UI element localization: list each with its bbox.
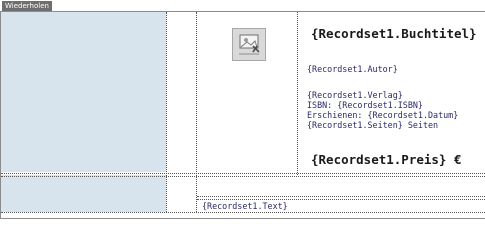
verlag-field[interactable]: {Recordset1.Verlag} <box>307 90 403 100</box>
buchtitel-field[interactable]: {Recordset1.Buchtitel} <box>311 26 477 41</box>
autor-field[interactable]: {Recordset1.Autor} <box>307 64 398 74</box>
seiten-field[interactable]: {Recordset1.Seiten} Seiten <box>307 120 438 130</box>
table-row-divider <box>197 196 485 197</box>
image-placeholder[interactable] <box>232 28 266 61</box>
table-column-divider <box>196 12 197 212</box>
isbn-field[interactable]: ISBN: {Recordset1.ISBN} <box>307 100 423 110</box>
table-row-divider <box>197 199 485 200</box>
text-field[interactable]: {Recordset1.Text} <box>202 201 288 211</box>
table-column-divider <box>166 12 167 212</box>
table-cell-left-bottom[interactable] <box>1 175 166 212</box>
repeat-region-tab[interactable]: Wiederholen <box>2 1 52 11</box>
table-row-divider <box>1 212 485 213</box>
erschienen-field[interactable]: Erschienen: {Recordset1.Datum} <box>307 110 458 120</box>
image-icon <box>239 34 260 55</box>
table-row-divider <box>1 173 485 174</box>
table-row-divider <box>1 176 485 177</box>
table-cell-left-top[interactable] <box>1 12 166 172</box>
table-column-divider <box>297 12 298 175</box>
preis-field[interactable]: {Recordset1.Preis} € <box>311 152 462 167</box>
